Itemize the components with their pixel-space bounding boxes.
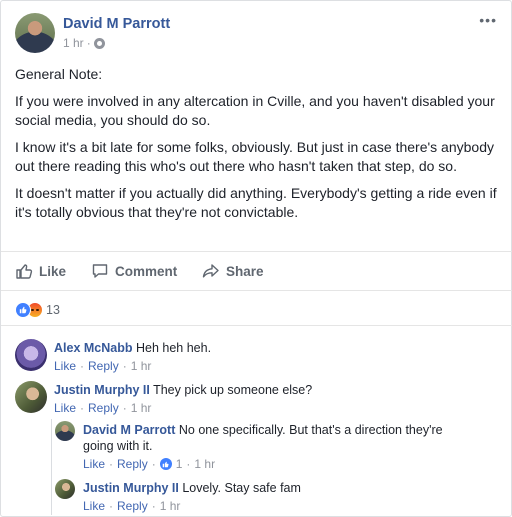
comment-reply-link[interactable]: Reply (88, 401, 119, 415)
meta-dot: · (80, 401, 85, 415)
post-actions-bar: Like Comment Share (1, 251, 512, 291)
comment-body: Alex McNabb Heh heh heh. (54, 340, 494, 356)
comment-meta: Like · Reply · 1 hr (54, 359, 494, 373)
meta-dot: · (80, 359, 85, 373)
comment-text: They pick up someone else? (153, 383, 313, 397)
comment-like-link[interactable]: Like (54, 401, 76, 415)
post-meta: 1 hr · (63, 36, 105, 50)
thumbs-up-icon (16, 264, 33, 279)
like-label: Like (39, 263, 67, 279)
author-avatar[interactable] (15, 13, 55, 53)
meta-dot: · (151, 499, 156, 513)
comment-button[interactable]: Comment (91, 262, 177, 280)
meta-dot: · (122, 401, 127, 415)
reply-meta: Like · Reply · 1 · 1 hr (83, 457, 463, 471)
commenter-avatar[interactable] (15, 381, 47, 413)
commenter-avatar[interactable] (15, 339, 47, 371)
reaction-count: 13 (46, 303, 60, 317)
reply-like-link[interactable]: Like (83, 457, 105, 471)
comment-reply-link[interactable]: Reply (88, 359, 119, 373)
post-paragraph: It doesn't matter if you actually did an… (15, 185, 497, 220)
reply-time[interactable]: 1 hr (194, 457, 215, 471)
post-body: General Note: If you were involved in an… (15, 65, 499, 230)
meta-dot: · (122, 359, 127, 373)
reply-reply-link[interactable]: Reply (117, 499, 148, 513)
share-icon (202, 264, 219, 278)
comments-divider (1, 325, 512, 326)
author-name[interactable]: David M Parrott (63, 16, 170, 32)
reply-like-count[interactable]: 1 (176, 457, 183, 471)
reply-body: Justin Murphy II Lovely. Stay safe fam (83, 480, 463, 496)
reply-author[interactable]: Justin Murphy II (83, 481, 179, 495)
comment-time[interactable]: 1 hr (131, 359, 152, 373)
like-reaction-icon[interactable] (159, 458, 172, 470)
meta-dot: · (109, 457, 114, 471)
comment-like-link[interactable]: Like (54, 359, 76, 373)
like-button[interactable]: Like (15, 262, 66, 280)
meta-dot: · (109, 499, 114, 513)
reply-body: David M Parrott No one specifically. But… (83, 422, 463, 454)
meta-dot: · (151, 457, 156, 471)
globe-icon (93, 37, 105, 49)
post-paragraph: If you were involved in any altercation … (15, 93, 495, 128)
comment-author[interactable]: Alex McNabb (54, 341, 133, 355)
comment-icon (92, 264, 108, 278)
reactions-summary[interactable]: 13 (15, 302, 60, 318)
meta-dot: · (186, 457, 191, 471)
post-paragraph: General Note: (15, 66, 103, 82)
replier-avatar[interactable] (55, 479, 75, 499)
reply-text: Lovely. Stay safe fam (182, 481, 301, 495)
more-options-button[interactable]: ••• (479, 13, 497, 27)
post-header: David M Parrott 1 hr · ••• (15, 13, 499, 55)
share-button[interactable]: Share (202, 262, 264, 280)
comment-time[interactable]: 1 hr (131, 401, 152, 415)
reply-time[interactable]: 1 hr (160, 499, 181, 513)
comment-body: Justin Murphy II They pick up someone el… (54, 382, 494, 398)
facebook-post: David M Parrott 1 hr · ••• General Note:… (0, 0, 512, 517)
comment-author[interactable]: Justin Murphy II (54, 383, 150, 397)
meta-separator: · (86, 36, 91, 50)
reply-author[interactable]: David M Parrott (83, 423, 175, 437)
like-reaction-icon (15, 302, 31, 318)
reply-like-link[interactable]: Like (83, 499, 105, 513)
replier-avatar[interactable] (55, 421, 75, 441)
comment-label: Comment (115, 263, 178, 279)
post-time[interactable]: 1 hr (63, 36, 84, 50)
share-label: Share (226, 263, 264, 279)
post-paragraph: I know it's a bit late for some folks, o… (15, 139, 494, 174)
reply-reply-link[interactable]: Reply (117, 457, 148, 471)
comment-meta: Like · Reply · 1 hr (54, 401, 494, 415)
reply-thread-line (51, 419, 52, 515)
comment-text: Heh heh heh. (135, 341, 212, 355)
reply-meta: Like · Reply · 1 hr (83, 499, 463, 513)
